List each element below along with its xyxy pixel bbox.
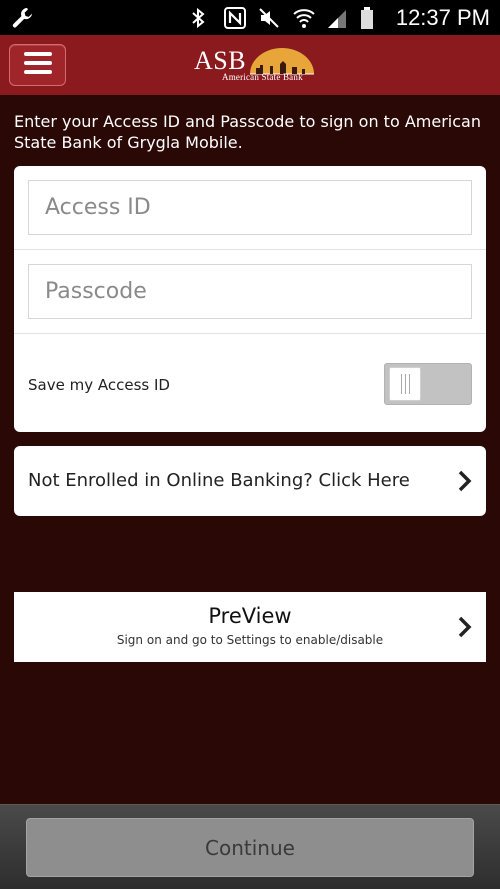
- save-access-id-toggle[interactable]: [384, 363, 472, 405]
- preview-subtitle: Sign on and go to Settings to enable/dis…: [116, 633, 384, 647]
- save-access-id-label: Save my Access ID: [28, 376, 170, 394]
- enroll-label: Not Enrolled in Online Banking? Click He…: [28, 470, 410, 491]
- enroll-button[interactable]: Not Enrolled in Online Banking? Click He…: [14, 446, 486, 516]
- chevron-right-icon: [458, 616, 472, 642]
- mute-icon: [258, 7, 280, 29]
- wifi-icon: [292, 7, 315, 29]
- battery-icon: [360, 6, 382, 29]
- menu-button[interactable]: [9, 44, 66, 86]
- save-access-id-row: Save my Access ID: [14, 334, 486, 432]
- access-id-input[interactable]: [28, 180, 472, 235]
- bank-logo: ASB American State Bank: [190, 46, 320, 86]
- continue-button[interactable]: Continue: [26, 818, 474, 877]
- app-header: ASB American State Bank: [0, 35, 500, 95]
- nfc-icon: [223, 6, 246, 29]
- signal-icon: [326, 7, 348, 29]
- login-card: Save my Access ID: [14, 166, 486, 432]
- passcode-input[interactable]: [28, 264, 472, 319]
- toggle-knob: [389, 367, 421, 401]
- preview-button[interactable]: PreView Sign on and go to Settings to en…: [14, 592, 486, 662]
- preview-title: PreView: [208, 604, 292, 628]
- hamburger-menu-icon: [23, 52, 52, 78]
- status-time: 12:37 PM: [395, 4, 490, 30]
- passcode-row: [14, 250, 486, 334]
- wrench-icon: [10, 5, 36, 35]
- status-bar: 12:37 PM: [0, 0, 500, 35]
- logo-name: American State Bank: [222, 72, 303, 82]
- chevron-right-icon: [458, 470, 472, 496]
- footer-bar: Continue: [0, 804, 500, 889]
- bluetooth-icon: [190, 7, 212, 29]
- sign-on-instructions: Enter your Access ID and Passcode to sig…: [14, 112, 481, 152]
- access-id-row: [14, 166, 486, 250]
